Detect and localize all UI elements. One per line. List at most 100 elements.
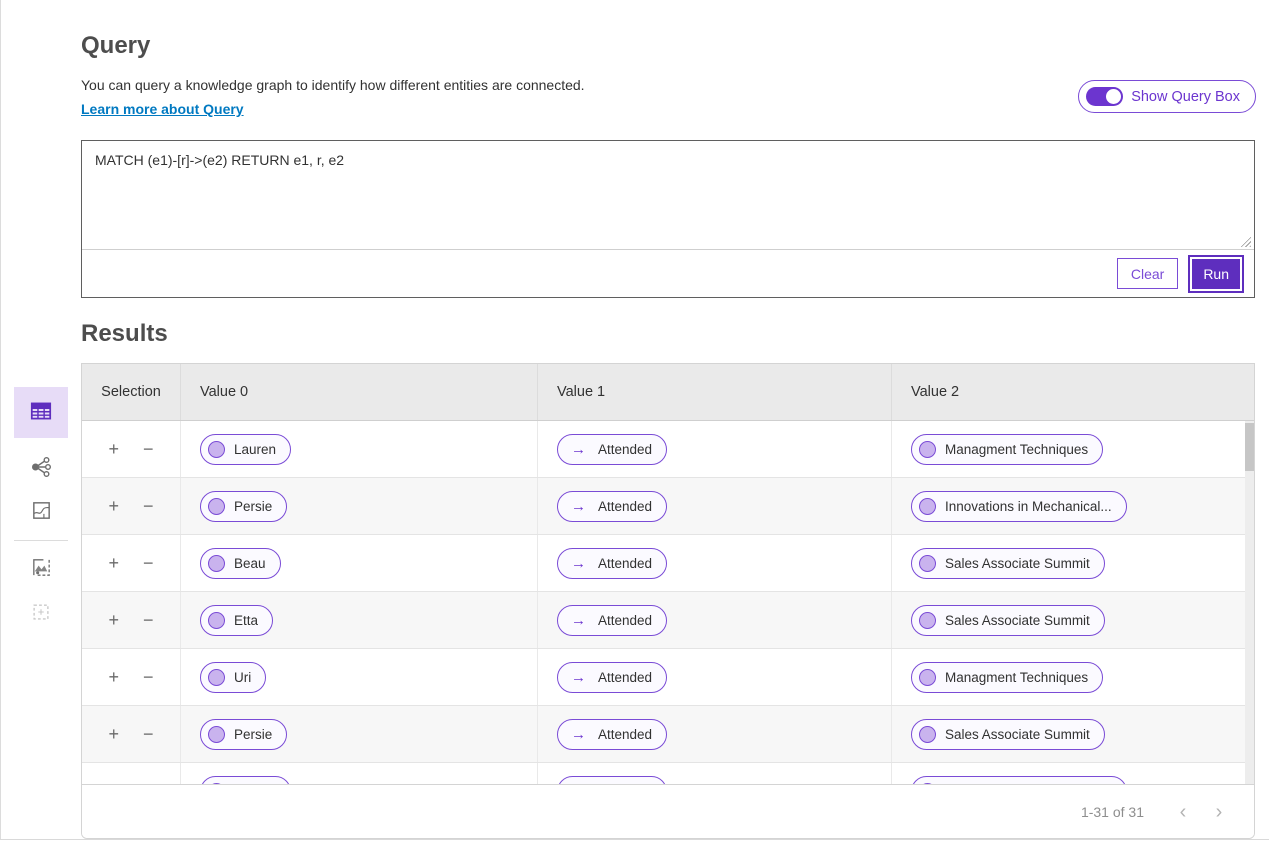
selection-cell: + − [82,421,181,477]
remove-from-selection-button[interactable]: − [141,552,156,574]
page-title: Query [81,32,150,60]
table-scrollbar-thumb[interactable] [1245,423,1254,471]
value0-cell: Persie [181,478,538,534]
add-to-selection-button[interactable]: + [106,495,121,517]
entity-label: Etta [234,613,258,628]
results-heading: Results [81,320,168,348]
add-to-selection-button[interactable]: + [106,780,121,784]
entity-pill[interactable]: Persie [200,719,287,750]
value1-cell: → Attended [538,706,892,762]
relationship-label: Attended [598,727,652,742]
relationship-label: Attended [598,613,652,628]
value0-cell: Beau [181,535,538,591]
query-input[interactable]: MATCH (e1)-[r]->(e2) RETURN e1, r, e2 [82,141,1254,249]
add-to-selection-button[interactable]: + [106,552,121,574]
panel-bottom-border [0,839,1269,840]
entity-pill[interactable]: Lauren [200,434,291,465]
remove-from-selection-button[interactable]: − [141,666,156,688]
entity-pill[interactable]: Managment Techniques [911,662,1103,693]
relationship-pill[interactable]: → Attended [557,776,667,785]
entity-node-icon [208,783,225,785]
results-view-rail [14,387,68,635]
entity-pill[interactable]: Managment Techniques [911,434,1103,465]
toggle-switch-icon[interactable] [1086,87,1123,106]
entity-label: Sales Associate Summit [945,556,1090,571]
table-body: + − Lauren → Attended Managment Techniqu… [82,421,1254,784]
entity-label: Innovations in Mechanical... [945,784,1112,785]
entity-pill[interactable]: Persie [200,491,287,522]
value2-cell: Innovations in Mechanical... [892,763,1254,784]
remove-from-selection-button[interactable]: − [141,723,156,745]
entity-pill[interactable]: Innovations in Mechanical... [911,491,1127,522]
add-to-selection-button[interactable]: + [106,438,121,460]
value0-cell: Persie [181,706,538,762]
entity-node-icon [208,441,225,458]
entity-pill[interactable]: Innovations in Mechanical... [911,776,1127,785]
entity-label: Sales Associate Summit [945,613,1090,628]
show-query-box-toggle[interactable]: Show Query Box [1078,80,1256,113]
run-button[interactable]: Run [1190,257,1242,291]
relationship-pill[interactable]: → Attended [557,491,667,522]
add-to-selection-button[interactable]: + [106,609,121,631]
entity-pill[interactable]: Sales Associate Summit [911,548,1105,579]
arrow-right-icon: → [568,613,589,628]
value1-cell: → Attended [538,421,892,477]
value0-cell: Lauren [181,763,538,784]
remove-from-selection-button[interactable]: − [141,495,156,517]
value1-cell: → Attended [538,478,892,534]
table-view-button[interactable] [14,387,68,438]
remove-from-selection-button[interactable]: − [141,438,156,460]
link-chart-view-icon [29,455,53,482]
toggle-label: Show Query Box [1131,89,1240,105]
add-to-map-button[interactable] [14,547,68,591]
panel-left-border [0,0,1,840]
add-to-selection-button[interactable]: + [106,666,121,688]
arrow-right-icon: → [568,670,589,685]
relationship-label: Attended [598,499,652,514]
entity-node-icon [208,498,225,515]
pagination-prev-button[interactable]: ‹ [1170,799,1196,825]
clear-button[interactable]: Clear [1117,258,1178,289]
entity-node-icon [919,441,936,458]
link-chart-view-button[interactable] [14,446,68,490]
entity-pill[interactable]: Uri [200,662,266,693]
relationship-pill[interactable]: → Attended [557,434,667,465]
arrow-right-icon: → [568,499,589,514]
arrow-right-icon: → [568,442,589,457]
entity-pill[interactable]: Etta [200,605,273,636]
selection-cell: + − [82,592,181,648]
relationship-pill[interactable]: → Attended [557,548,667,579]
entity-label: Persie [234,727,272,742]
value0-cell: Lauren [181,421,538,477]
page-description: You can query a knowledge graph to ident… [81,77,585,93]
map-view-icon [30,499,53,525]
entity-pill[interactable]: Lauren [200,776,291,785]
pagination-next-button[interactable]: › [1206,799,1232,825]
entity-pill[interactable]: Sales Associate Summit [911,605,1105,636]
entity-pill[interactable]: Beau [200,548,281,579]
relationship-pill[interactable]: → Attended [557,719,667,750]
column-header-value1: Value 1 [538,364,892,420]
remove-from-selection-button[interactable]: − [141,609,156,631]
relationship-pill[interactable]: → Attended [557,605,667,636]
rail-divider [14,540,68,541]
map-view-button[interactable] [14,490,68,534]
entity-node-icon [919,783,936,785]
remove-from-selection-button[interactable]: − [141,780,156,784]
selection-tools-button[interactable] [14,591,68,635]
learn-more-link[interactable]: Learn more about Query [81,101,244,117]
entity-node-icon [919,498,936,515]
table-row: + − Beau → Attended Sales Associate Summ… [82,535,1254,592]
entity-node-icon [208,555,225,572]
relationship-pill[interactable]: → Attended [557,662,667,693]
entity-pill[interactable]: Sales Associate Summit [911,719,1105,750]
table-row: + − Persie → Attended Sales Associate Su… [82,706,1254,763]
column-header-value2: Value 2 [892,364,1254,420]
add-to-selection-button[interactable]: + [106,723,121,745]
entity-label: Innovations in Mechanical... [945,499,1112,514]
selection-cell: + − [82,706,181,762]
selection-cell: + − [82,649,181,705]
arrow-right-icon: → [568,727,589,742]
entity-node-icon [208,669,225,686]
query-box: MATCH (e1)-[r]->(e2) RETURN e1, r, e2 Cl… [81,140,1255,298]
